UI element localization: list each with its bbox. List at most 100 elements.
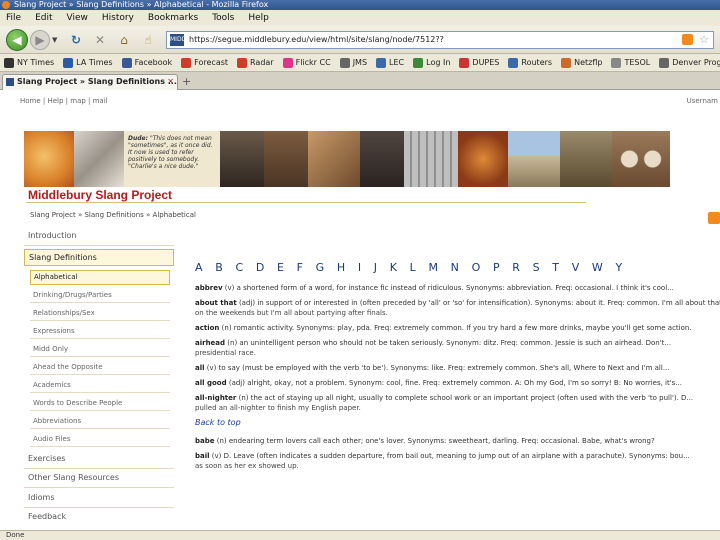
menu-tools[interactable]: Tools	[212, 13, 234, 23]
sidebar-item-introduction[interactable]: Introduction	[24, 231, 174, 240]
phone-photo	[74, 131, 124, 187]
definition-entry: abbrev (v) a shortened form of a word, f…	[195, 283, 720, 293]
sidebar-subitem[interactable]: Expressions	[30, 325, 170, 339]
bookmark-item[interactable]: Netzflp	[561, 57, 602, 68]
bookmark-label: TESOL	[624, 58, 651, 67]
bookmark-star-icon[interactable]: ☆	[699, 32, 709, 48]
menu-edit[interactable]: Edit	[35, 13, 52, 23]
photo-gesture	[560, 131, 612, 187]
tab-close-icon[interactable]: ✕	[167, 75, 174, 89]
bookmark-item[interactable]: Log In	[413, 57, 450, 68]
bookmark-label: Radar	[250, 58, 274, 67]
bookmark-item[interactable]: LEC	[376, 57, 405, 68]
sidebar-subitem[interactable]: Academics	[30, 379, 170, 393]
bookmark-item[interactable]: Flickr CC	[282, 57, 331, 68]
url-text: https://segue.middlebury.edu/view/html/s…	[189, 35, 444, 44]
menu-bookmarks[interactable]: Bookmarks	[148, 13, 198, 23]
history-dropdown-icon[interactable]: ▼	[52, 36, 57, 44]
stop-button[interactable]: ✕	[90, 30, 110, 50]
forward-button[interactable]: ▶	[30, 30, 50, 50]
bookmark-item[interactable]: TESOL	[611, 57, 651, 68]
home-button[interactable]: ⌂	[114, 30, 134, 50]
entry-term: all	[195, 364, 205, 372]
entry-definition: (adj) alright, okay, not a problem. Syno…	[228, 379, 682, 387]
window-title: Slang Project » Slang Definitions » Alph…	[14, 0, 269, 9]
dude-quote: Dude: "This does not mean "sometimes", a…	[124, 131, 220, 187]
tab-favicon	[6, 78, 14, 86]
menu-view[interactable]: View	[67, 13, 88, 23]
bookmark-label: Denver Prog	[672, 58, 720, 67]
reload-button[interactable]: ↻	[66, 30, 86, 50]
bookmark-favicon-icon	[4, 57, 14, 68]
sidebar-subitem[interactable]: Audio Files	[30, 433, 170, 447]
sidebar-item-feedback[interactable]: Feedback	[24, 512, 174, 521]
bookmark-item[interactable]: JMS	[339, 57, 368, 68]
menu-help[interactable]: Help	[248, 13, 269, 23]
bookmark-item[interactable]: Routers	[508, 57, 552, 68]
sidebar-item-exercises[interactable]: Exercises	[24, 454, 174, 463]
sidebar-subitem[interactable]: Abbreviations	[30, 415, 170, 429]
photo-room	[264, 131, 308, 187]
bookmark-item[interactable]: Facebook	[121, 57, 172, 68]
bookmark-favicon-icon	[376, 57, 387, 68]
site-title[interactable]: Middlebury Slang Project	[28, 188, 172, 202]
tab-label: Slang Project » Slang Definitions ...	[17, 77, 177, 86]
entry-definition: (n) the act of staying up all night, usu…	[238, 394, 694, 402]
reload-icon: ↻	[70, 33, 82, 47]
entry-term: babe	[195, 437, 215, 445]
sidebar-item-slang-definitions[interactable]: Slang Definitions	[24, 249, 174, 266]
utility-links[interactable]: Home | Help | map | mail	[20, 97, 108, 105]
sidebar-subitem[interactable]: Midd Only	[30, 343, 170, 357]
bookmark-favicon-icon	[508, 57, 519, 68]
bookmark-item[interactable]: Radar	[237, 57, 274, 68]
addon-button[interactable]: ☝	[138, 30, 158, 50]
entry-definition: (n) romantic activity. Synonyms: play, p…	[221, 324, 692, 332]
back-arrow-icon: ◀	[12, 33, 22, 47]
menu-file[interactable]: File	[6, 13, 21, 23]
rss-feed-icon[interactable]	[708, 212, 720, 224]
bookmark-label: LEC	[389, 58, 405, 67]
entry-term: all good	[195, 379, 227, 387]
sidebar-subitem[interactable]: Relationships/Sex	[30, 307, 170, 321]
bookmark-item[interactable]: Denver Prog	[659, 57, 720, 68]
sidebar-item-other-resources[interactable]: Other Slang Resources	[24, 473, 174, 482]
entry-definition-continued: on the weekends but I'm all about partyi…	[195, 309, 388, 317]
breadcrumb[interactable]: Slang Project » Slang Definitions » Alph…	[30, 211, 196, 219]
bookmark-item[interactable]: LA Times	[63, 57, 113, 68]
bookmark-item[interactable]: NY Times	[4, 57, 54, 68]
bookmark-label: Flickr CC	[295, 58, 331, 67]
sidebar-item-idioms[interactable]: Idioms	[24, 493, 174, 502]
photo-campus	[508, 131, 560, 187]
back-to-top-link[interactable]: Back to top	[195, 418, 720, 428]
bookmark-label: DUPES	[472, 58, 500, 67]
bookmark-label: JMS	[352, 58, 368, 67]
tab-slang-project[interactable]: Slang Project » Slang Definitions ... ✕	[2, 74, 178, 90]
bookmark-item[interactable]: DUPES	[459, 57, 500, 68]
sidebar-navigation: Introduction Slang Definitions Alphabeti…	[24, 227, 174, 527]
address-bar[interactable]: MIDD https://segue.middlebury.edu/view/h…	[166, 31, 714, 49]
sidebar-item-alphabetical[interactable]: Alphabetical	[30, 270, 170, 285]
entry-term: bail	[195, 452, 210, 460]
slang-logo-image	[24, 131, 74, 187]
window-title-bar: Slang Project » Slang Definitions » Alph…	[0, 0, 720, 10]
bookmark-label: Forecast	[194, 58, 229, 67]
photo-people	[220, 131, 264, 187]
new-tab-button[interactable]: +	[182, 75, 191, 88]
entry-term: about that	[195, 299, 237, 307]
entry-definition: (n) an unintelligent person who should n…	[227, 339, 672, 347]
bookmark-label: LA Times	[76, 58, 113, 67]
entry-term: all-nighter	[195, 394, 237, 402]
sidebar-subitem[interactable]: Drinking/Drugs/Parties	[30, 289, 170, 303]
bookmark-favicon-icon	[659, 57, 670, 68]
site-identity-icon[interactable]: MIDD	[170, 34, 186, 46]
home-icon: ⌂	[120, 33, 128, 47]
photo-food	[458, 131, 508, 187]
back-button[interactable]: ◀	[6, 29, 28, 51]
menu-history[interactable]: History	[102, 13, 134, 23]
alphabet-index[interactable]: A B C D E F G H I J K L M N O P R S T V …	[195, 262, 720, 273]
rss-feed-icon[interactable]	[682, 34, 693, 45]
sidebar-subitem[interactable]: Words to Describe People	[30, 397, 170, 411]
bookmark-favicon-icon	[181, 57, 192, 68]
bookmark-item[interactable]: Forecast	[181, 57, 229, 68]
sidebar-subitem[interactable]: Ahead the Opposite	[30, 361, 170, 375]
